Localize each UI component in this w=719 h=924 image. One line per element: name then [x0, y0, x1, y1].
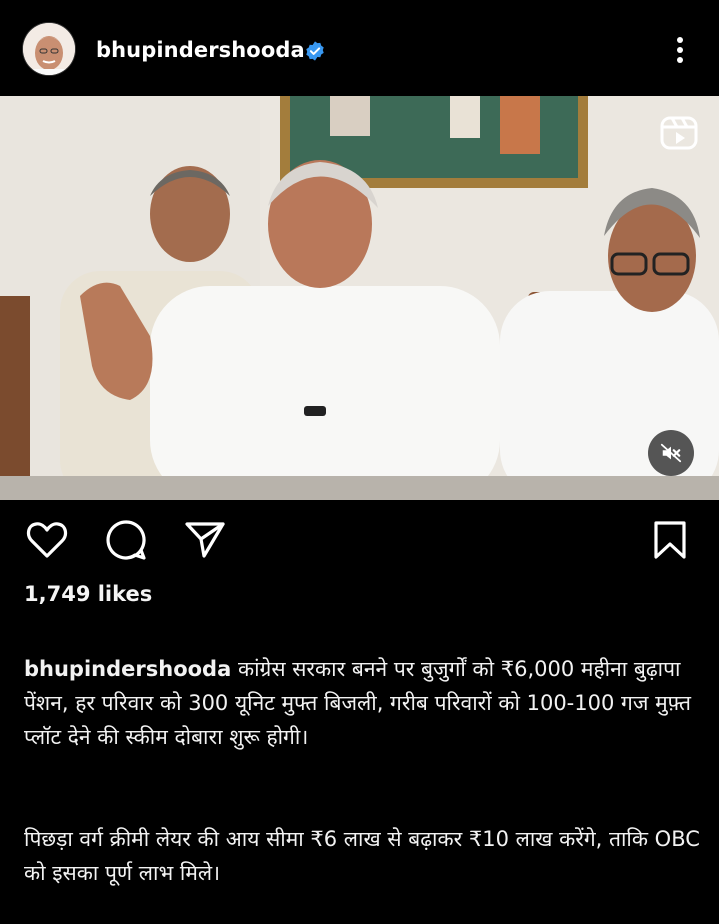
send-icon[interactable] — [184, 520, 226, 564]
username[interactable]: bhupindershooda — [96, 38, 305, 62]
post-video[interactable] — [0, 96, 719, 500]
caption-text-2: पिछड़ा वर्ग क्रीमी लेयर की आय सीमा ₹6 ला… — [24, 827, 700, 885]
bookmark-icon[interactable] — [652, 520, 688, 564]
comment-icon[interactable] — [104, 518, 148, 566]
more-options-icon[interactable] — [668, 34, 692, 66]
post-header: bhupindershooda — [0, 0, 719, 96]
speaker-muted-icon — [660, 443, 682, 463]
verified-badge-icon — [304, 40, 326, 62]
heart-icon[interactable] — [26, 520, 68, 564]
action-bar — [0, 500, 719, 580]
like-count[interactable]: 1,749 likes — [24, 582, 152, 606]
avatar[interactable] — [23, 23, 75, 75]
video-frame — [0, 96, 719, 500]
caption-username[interactable]: bhupindershooda — [24, 657, 231, 681]
mute-button[interactable] — [648, 430, 694, 476]
post-caption: bhupindershooda कांग्रेस सरकार बनने पर ब… — [24, 618, 704, 924]
reel-icon — [658, 112, 700, 154]
